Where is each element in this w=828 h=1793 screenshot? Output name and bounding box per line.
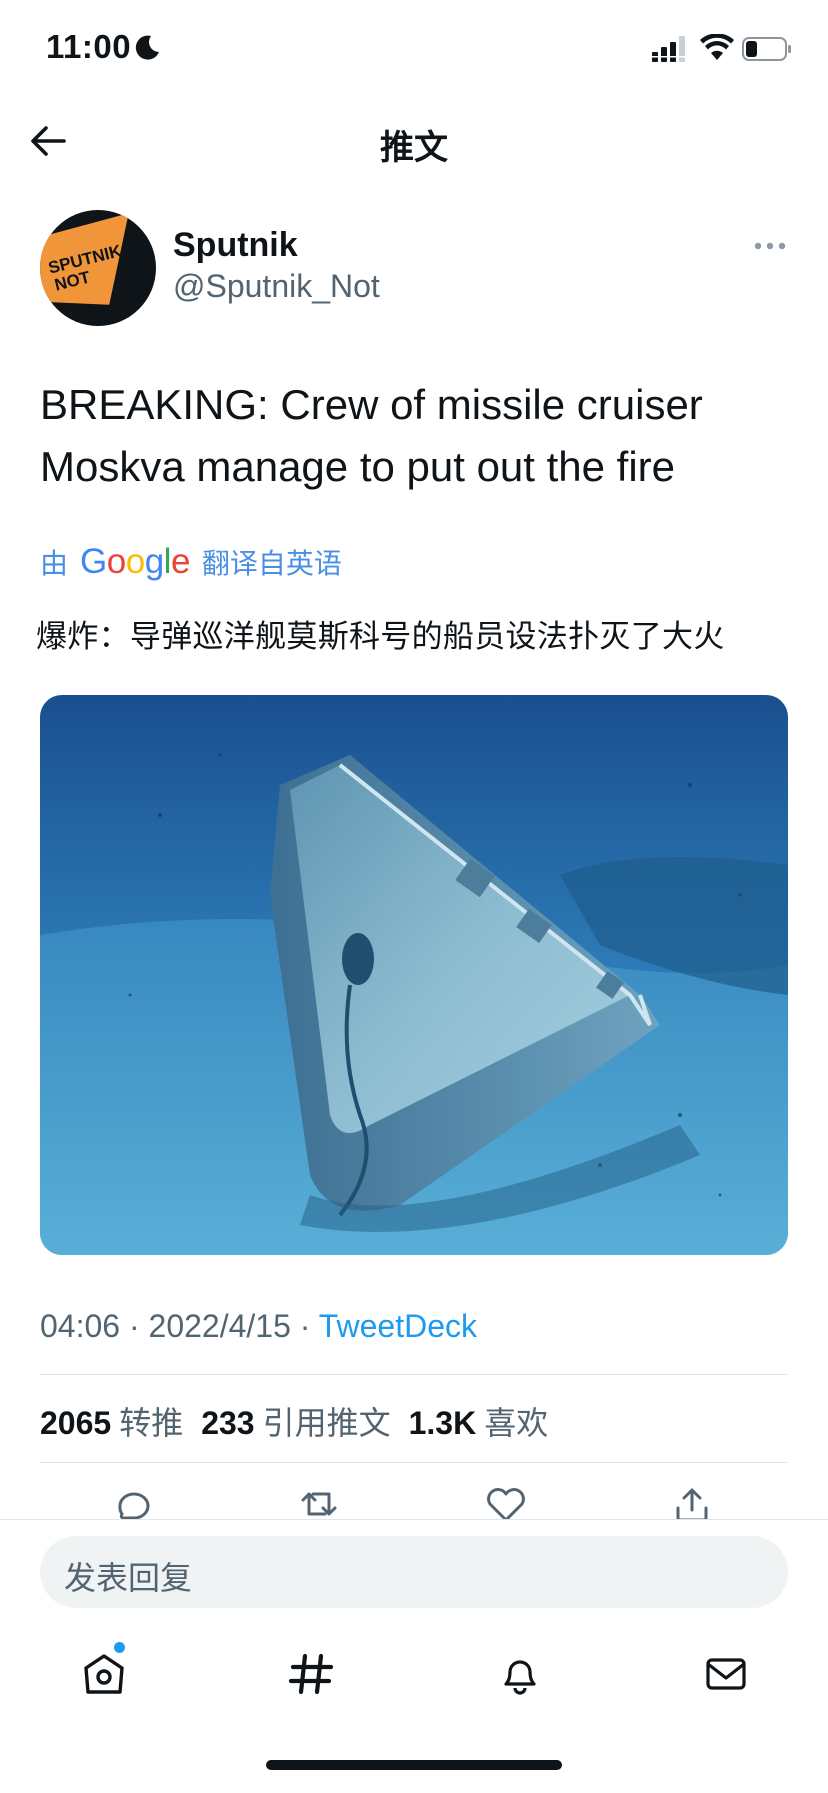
tweet-media-image[interactable] <box>40 695 788 1255</box>
meta-separator: · <box>299 1308 311 1344</box>
heart-icon[interactable] <box>484 1486 528 1522</box>
retweet-stat[interactable]: 2065 转推 <box>40 1398 183 1444</box>
tweet-time: 04:06 <box>40 1308 121 1344</box>
retweet-count: 2065 <box>40 1405 112 1441</box>
quote-stat[interactable]: 233 引用推文 <box>201 1398 390 1444</box>
home-notification-dot <box>114 1642 125 1653</box>
retweet-icon[interactable] <box>297 1486 341 1522</box>
meta-separator: · <box>128 1308 140 1344</box>
tweet-text-line-2: Moskva manage to put out the fire <box>40 443 676 490</box>
messages-icon[interactable] <box>702 1650 750 1698</box>
translation-suffix: 翻译自英语 <box>201 548 342 579</box>
tweet-date: 2022/4/15 <box>148 1308 291 1344</box>
quote-label: 引用推文 <box>262 1405 391 1441</box>
translated-text: 爆炸：导弹巡洋舰莫斯科号的船员设法扑灭了大火 <box>36 619 725 654</box>
google-logo: Google <box>80 542 190 581</box>
reply-icon[interactable] <box>112 1486 156 1522</box>
like-label: 喜欢 <box>484 1405 549 1441</box>
author-handle[interactable]: @Sputnik_Not <box>173 268 380 305</box>
tweet-meta: 04:06 · 2022/4/15 · TweetDeck <box>40 1308 477 1345</box>
translation-attribution[interactable]: 由 Google 翻译自英语 <box>40 540 342 584</box>
like-stat[interactable]: 1.3K 喜欢 <box>409 1398 549 1444</box>
quote-count: 233 <box>201 1405 255 1441</box>
wifi-icon <box>700 34 734 60</box>
explore-hashtag-icon[interactable] <box>287 1650 335 1698</box>
tweet-text-line-1: BREAKING: Crew of missile cruiser <box>40 381 703 428</box>
notifications-icon[interactable] <box>496 1650 544 1698</box>
battery-icon <box>742 37 791 61</box>
like-count: 1.3K <box>408 1405 477 1441</box>
home-icon[interactable] <box>80 1650 128 1698</box>
sputnik-logo-icon: SPUTNIK NOT <box>40 210 156 326</box>
tweet-source-link[interactable]: TweetDeck <box>319 1308 477 1344</box>
share-icon[interactable] <box>670 1486 714 1522</box>
more-horizontal-icon[interactable] <box>752 240 788 252</box>
tweet-text: BREAKING: Crew of missile cruiser Moskva… <box>40 374 800 498</box>
retweet-label: 转推 <box>119 1405 184 1441</box>
tweet-stats: 2065 转推 233 引用推文 1.3K 喜欢 <box>40 1398 548 1444</box>
status-time: 11:00 <box>46 28 132 65</box>
shipwreck-photo <box>40 695 788 1255</box>
divider <box>40 1462 788 1463</box>
page-title: 推文 <box>380 129 448 167</box>
author-name[interactable]: Sputnik <box>173 226 298 265</box>
reply-placeholder: 发表回复 <box>64 1560 193 1596</box>
translation-prefix: 由 <box>40 548 69 579</box>
cellular-signal-icon <box>652 36 685 62</box>
avatar[interactable]: SPUTNIK NOT <box>40 210 156 326</box>
home-indicator <box>266 1760 562 1770</box>
moon-icon <box>135 35 159 60</box>
divider <box>40 1374 788 1375</box>
